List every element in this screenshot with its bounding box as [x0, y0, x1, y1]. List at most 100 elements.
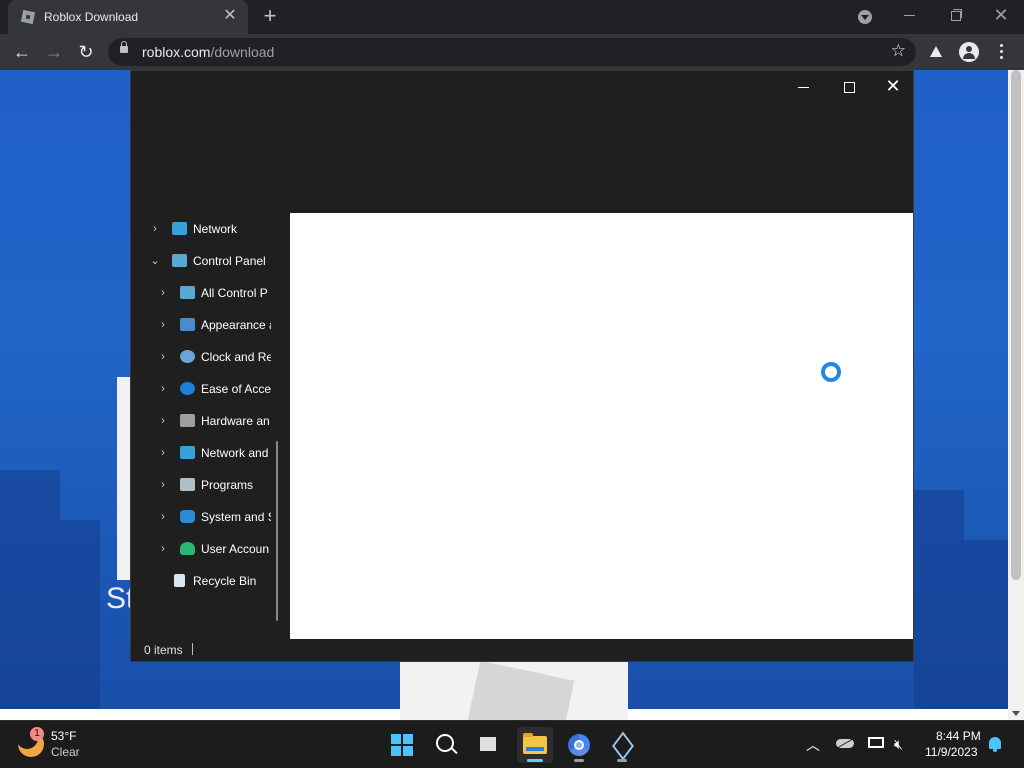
recycle-bin-icon [174, 574, 185, 587]
clock-globe-icon [180, 350, 195, 363]
nav-pane-scrollbar[interactable] [276, 441, 278, 621]
tab-search-button[interactable] [858, 10, 872, 24]
taskbar: 1 53°F Clear ︿ 🔇︎ 8:44 PM 11/9/2023 [0, 720, 1024, 768]
clock-time: 8:44 PM [936, 729, 981, 743]
chevron-right-icon[interactable]: › [156, 502, 170, 532]
file-explorer-window: ✕ › Network ⌄ Control Panel › All Contro… [130, 70, 914, 662]
profile-avatar-icon[interactable] [959, 42, 979, 62]
running-indicator [617, 759, 627, 762]
start-button[interactable] [384, 727, 420, 763]
page-scrollbar[interactable] [1008, 70, 1024, 720]
weather-temperature: 53°F [51, 729, 77, 743]
chevron-right-icon[interactable]: › [156, 534, 170, 564]
address-bar[interactable]: roblox.com/download ☆ [108, 38, 916, 66]
browser-minimize-button[interactable] [900, 6, 920, 26]
appearance-icon [180, 318, 195, 331]
control-panel-items-icon [180, 286, 195, 299]
user-icon [180, 542, 195, 555]
labs-flask-icon[interactable] [930, 46, 942, 57]
nav-item-ease-of-access[interactable]: › Ease of Acce [131, 374, 271, 404]
chevron-right-icon[interactable]: › [156, 310, 170, 340]
scrollbar-thumb[interactable] [1011, 70, 1021, 580]
nav-item-control-panel[interactable]: ⌄ Control Panel [131, 246, 289, 276]
explorer-close-button[interactable]: ✕ [881, 75, 905, 99]
scroll-down-icon[interactable] [1012, 711, 1020, 716]
nav-item-label: User Accoun [201, 542, 270, 556]
nav-item-network-and-internet[interactable]: › Network and [131, 438, 271, 468]
explorer-maximize-button[interactable] [837, 77, 861, 97]
reload-button[interactable]: ↻ [74, 40, 98, 64]
nav-item-label: Network and [201, 446, 269, 460]
back-button[interactable]: ← [10, 40, 34, 64]
navigation-pane: › Network ⌄ Control Panel › All Control … [131, 213, 289, 639]
bookmark-star-icon[interactable]: ☆ [891, 41, 906, 61]
chevron-right-icon[interactable]: › [156, 342, 170, 372]
background-building [914, 490, 964, 720]
background-building [0, 470, 60, 720]
chevron-right-icon[interactable]: › [156, 406, 170, 436]
folder-icon [523, 733, 547, 754]
nav-item-label: Clock and Re [201, 350, 271, 364]
item-count: 0 items [144, 643, 183, 657]
search-button[interactable] [428, 727, 464, 763]
nav-item-hardware[interactable]: › Hardware an [131, 406, 271, 436]
programs-icon [180, 478, 195, 491]
nav-item-label: All Control P [201, 286, 268, 300]
chevron-right-icon[interactable]: › [148, 214, 162, 244]
browser-close-button[interactable]: ✕ [990, 4, 1012, 26]
network-icon [172, 222, 187, 235]
chevron-right-icon[interactable]: › [156, 470, 170, 500]
nav-item-label: Network [193, 222, 238, 236]
browser-restore-button[interactable] [946, 6, 966, 26]
nav-item-label: System and S [201, 510, 271, 524]
browser-toolbar: ← → ↻ roblox.com/download ☆ [0, 34, 1024, 70]
explorer-minimize-button[interactable] [792, 77, 816, 97]
nav-item-programs[interactable]: › Programs [131, 470, 271, 500]
file-list-pane[interactable] [290, 213, 913, 639]
chevron-right-icon[interactable]: › [156, 438, 170, 468]
url-text[interactable]: roblox.com/download [142, 44, 274, 60]
browser-tab-strip: Roblox Download ✕ + ✕ [0, 0, 1024, 34]
file-explorer-taskbar-button[interactable] [517, 727, 553, 763]
onedrive-cloud-icon[interactable] [836, 739, 854, 748]
tab-roblox-download[interactable]: Roblox Download ✕ [8, 0, 248, 34]
nav-item-all-control-panel[interactable]: › All Control P [131, 278, 271, 308]
loading-spinner-icon [821, 362, 841, 382]
virtualbox-cube-icon [612, 733, 632, 755]
new-tab-button[interactable]: + [258, 5, 282, 29]
search-icon [436, 734, 454, 752]
roblox-favicon-icon [20, 9, 36, 25]
weather-condition: Clear [51, 745, 80, 759]
notification-bell-icon[interactable] [989, 737, 1001, 752]
nav-item-clock[interactable]: › Clock and Re [131, 342, 271, 372]
network-monitor-icon[interactable] [868, 737, 884, 748]
clock-date: 11/9/2023 [925, 745, 978, 759]
task-view-button[interactable] [473, 727, 509, 763]
chevron-right-icon[interactable]: › [156, 374, 170, 404]
nav-item-recycle-bin[interactable]: Recycle Bin [131, 566, 271, 596]
nav-item-appearance[interactable]: › Appearance a [131, 310, 271, 340]
chevron-down-icon[interactable]: ⌄ [148, 246, 162, 276]
browser-menu-button[interactable] [1000, 44, 1004, 62]
running-indicator [574, 759, 584, 762]
chevron-right-icon[interactable]: › [156, 278, 170, 308]
nav-item-system-security[interactable]: › System and S [131, 502, 271, 532]
nav-item-label: Programs [201, 478, 254, 492]
nav-item-network[interactable]: › Network [131, 214, 289, 244]
show-hidden-icons-button[interactable]: ︿ [806, 735, 820, 755]
accessibility-icon [180, 382, 195, 395]
nav-item-user-accounts[interactable]: › User Accoun [131, 534, 271, 564]
speaker-muted-icon[interactable]: 🔇︎ [894, 736, 903, 753]
virtualbox-taskbar-button[interactable] [604, 727, 640, 763]
nav-item-label: Appearance a [201, 318, 271, 332]
tab-close-button[interactable]: ✕ [220, 6, 240, 26]
control-panel-icon [172, 254, 187, 267]
nav-item-label: Ease of Acce [201, 382, 271, 396]
windows-logo-icon [391, 734, 413, 756]
weather-badge: 1 [30, 727, 44, 741]
chrome-taskbar-button[interactable] [561, 727, 597, 763]
chrome-icon [568, 734, 590, 756]
background-building [60, 520, 100, 720]
forward-button[interactable]: → [42, 40, 66, 64]
page-card-edge [117, 377, 131, 580]
